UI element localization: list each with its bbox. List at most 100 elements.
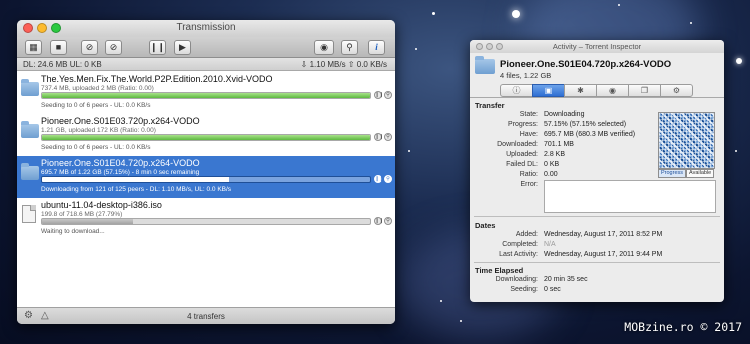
info-button[interactable]: i bbox=[368, 40, 385, 55]
separator bbox=[474, 216, 720, 217]
progress-bar bbox=[41, 176, 371, 183]
inspector-window: Activity – Torrent Inspector Pioneer.One… bbox=[470, 40, 724, 302]
star bbox=[736, 58, 742, 64]
reveal-torrent-button[interactable]: ⚲ bbox=[384, 133, 392, 141]
tab-options[interactable]: ⚙ bbox=[660, 84, 693, 97]
remove-button[interactable]: ⊘ bbox=[81, 40, 98, 55]
window-title: Transmission bbox=[176, 22, 236, 33]
quicklook-button[interactable]: ◉ bbox=[314, 40, 334, 55]
trackers-icon: ✱ bbox=[577, 86, 584, 95]
tab-activity[interactable]: ▣ bbox=[532, 84, 565, 97]
progress-bar bbox=[41, 134, 371, 141]
peers-icon: ◉ bbox=[609, 86, 616, 95]
error-field[interactable] bbox=[544, 180, 716, 213]
progress-fill bbox=[42, 135, 370, 140]
inspector-title: Activity – Torrent Inspector bbox=[552, 42, 642, 51]
create-torrent-icon: ▦ bbox=[29, 42, 38, 52]
torrent-row[interactable]: ubuntu-11.04-desktop-i386.iso 199.8 of 7… bbox=[17, 198, 395, 240]
tab-info[interactable]: ⓘ bbox=[500, 84, 533, 97]
completed-label: Completed: bbox=[502, 241, 538, 248]
torrent-name: Pioneer.One.S01E04.720p.x264-VODO bbox=[41, 158, 200, 168]
downloading-time-value: 20 min 35 sec bbox=[544, 276, 588, 283]
tab-peers[interactable]: ◉ bbox=[596, 84, 629, 97]
reveal-torrent-button[interactable]: ⚲ bbox=[384, 91, 392, 99]
stop-button[interactable]: ⊘ bbox=[105, 40, 122, 55]
failed-value: 0 KB bbox=[544, 161, 560, 168]
total-transfer-text: DL: 24.6 MB UL: 0 KB bbox=[23, 60, 102, 69]
progress-toggle-button[interactable]: Progress bbox=[658, 169, 687, 178]
torrent-name: The.Yes.Men.Fix.The.World.P2P.Edition.20… bbox=[41, 74, 273, 84]
progress-label: Progress: bbox=[508, 121, 538, 128]
resume-all-icon: ▶ bbox=[179, 42, 186, 52]
inspector-header: Pioneer.One.S01E04.720p.x264-VODO 4 file… bbox=[470, 53, 724, 83]
folder-icon bbox=[475, 56, 495, 74]
torrent-row[interactable]: The.Yes.Men.Fix.The.World.P2P.Edition.20… bbox=[17, 72, 395, 114]
reveal-torrent-button[interactable]: ⚲ bbox=[384, 175, 392, 183]
search-button[interactable]: ⚲ bbox=[341, 40, 358, 55]
downloaded-value: 701.1 MB bbox=[544, 141, 574, 148]
tab-files[interactable]: ❐ bbox=[628, 84, 661, 97]
toolbar: ▦ ■ ⊘ ⊘ ❙❙ ▶ ◉ ⚲ i bbox=[17, 37, 395, 58]
activity-icon: ▣ bbox=[544, 86, 553, 95]
resume-torrent-button[interactable]: ❙❙ bbox=[374, 217, 384, 225]
added-label: Added: bbox=[515, 231, 538, 238]
folder-icon bbox=[21, 121, 39, 138]
open-torrent-button[interactable]: ■ bbox=[50, 40, 67, 55]
pause-icon: ❙❙ bbox=[375, 134, 384, 140]
torrent-info: 1.21 GB, uploaded 172 KB (Ratio: 0.00) bbox=[41, 127, 156, 134]
magnifier-icon: ⚲ bbox=[386, 176, 390, 182]
star bbox=[415, 48, 417, 50]
last-activity-value: Wednesday, August 17, 2011 9:44 PM bbox=[544, 251, 663, 258]
pieces-toggle: Progress Available bbox=[658, 169, 715, 178]
reveal-torrent-button[interactable]: ⚲ bbox=[384, 217, 392, 225]
torrent-status: Waiting to download... bbox=[41, 228, 105, 235]
torrent-status: Downloading from 121 of 125 peers - DL: … bbox=[41, 186, 232, 193]
folder-icon bbox=[21, 79, 39, 96]
seeding-time-label: Seeding: bbox=[510, 286, 538, 293]
progress-fill bbox=[42, 177, 230, 182]
transfer-count: 4 transfers bbox=[187, 312, 225, 321]
pause-icon: ❙❙ bbox=[375, 218, 384, 224]
open-folder-icon: ■ bbox=[55, 42, 62, 52]
pause-all-icon: ❙❙ bbox=[150, 42, 166, 52]
resume-all-button[interactable]: ▶ bbox=[174, 40, 191, 55]
star bbox=[460, 320, 462, 322]
pause-torrent-button[interactable]: ❙❙ bbox=[374, 133, 384, 141]
torrent-row-selected[interactable]: Pioneer.One.S01E04.720p.x264-VODO 695.7 … bbox=[17, 156, 395, 198]
available-toggle-button[interactable]: Available bbox=[686, 169, 715, 178]
uploaded-label: Uploaded: bbox=[506, 151, 538, 158]
progress-value: 57.15% (57.15% selected) bbox=[544, 121, 627, 128]
star bbox=[440, 300, 442, 302]
pause-torrent-button[interactable]: ❙❙ bbox=[374, 91, 383, 99]
star bbox=[432, 12, 435, 15]
progress-bar bbox=[41, 92, 371, 99]
create-torrent-button[interactable]: ▦ bbox=[25, 40, 42, 55]
remove-icon: ⊘ bbox=[85, 42, 94, 52]
seeding-time-value: 0 sec bbox=[544, 286, 561, 293]
separator bbox=[474, 262, 720, 263]
inspector-title-bar: Activity – Torrent Inspector bbox=[470, 40, 724, 53]
bottom-bar: ⚙ △ 4 transfers bbox=[17, 307, 395, 324]
last-activity-label: Last Activity: bbox=[499, 251, 538, 258]
folder-icon bbox=[21, 163, 39, 180]
speed-text: ⇩ 1.10 MB/s ⇧ 0.0 KB/s bbox=[300, 60, 387, 69]
have-label: Have: bbox=[519, 131, 538, 138]
star bbox=[618, 4, 620, 6]
options-icon: ⚙ bbox=[672, 86, 681, 95]
have-value: 695.7 MB (680.3 MB verified) bbox=[544, 131, 636, 138]
torrent-name: Pioneer.One.S01E03.720p.x264-VODO bbox=[41, 116, 200, 126]
uploaded-value: 2.8 KB bbox=[544, 151, 566, 158]
search-icon: ⚲ bbox=[346, 42, 353, 52]
status-bar: DL: 24.6 MB UL: 0 KB ⇩ 1.10 MB/s ⇧ 0.0 K… bbox=[17, 58, 395, 71]
info-icon: ⓘ bbox=[512, 86, 521, 95]
torrent-row[interactable]: Pioneer.One.S01E03.720p.x264-VODO 1.21 G… bbox=[17, 114, 395, 156]
tab-trackers[interactable]: ✱ bbox=[564, 84, 597, 97]
transmission-window: Transmission ▦ ■ ⊘ ⊘ ❙❙ ▶ ◉ ⚲ i DL: 24.6… bbox=[17, 20, 395, 324]
magnifier-icon: ⚲ bbox=[386, 218, 390, 224]
torrent-list[interactable]: The.Yes.Men.Fix.The.World.P2P.Edition.20… bbox=[17, 72, 395, 307]
pause-torrent-button[interactable]: ❙❙ bbox=[374, 175, 383, 183]
star bbox=[408, 150, 410, 152]
watermark: MOBzine.ro © 2017 bbox=[624, 320, 742, 334]
pause-all-button[interactable]: ❙❙ bbox=[149, 40, 166, 55]
ratio-value: 0.00 bbox=[544, 171, 558, 178]
